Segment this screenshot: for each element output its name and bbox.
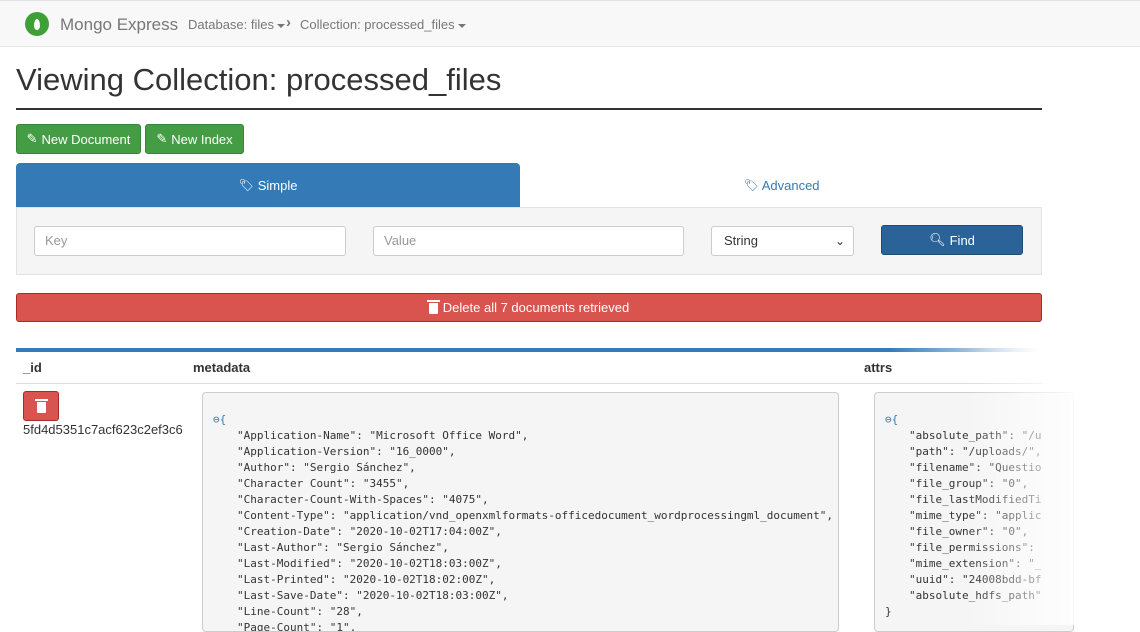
chevron-right-icon: › xyxy=(286,14,291,31)
json-line: "Creation-Date": "2020-10-02T17:04:00Z", xyxy=(237,525,502,538)
find-button[interactable]: 🔍︎ Find xyxy=(881,225,1023,255)
collapse-toggle-icon[interactable]: ⊖{ xyxy=(213,413,226,426)
json-line: "path": "/uploads/", xyxy=(909,445,1042,458)
type-select[interactable]: String ⌄ xyxy=(711,226,854,256)
top-navbar: Mongo Express Database: files › Collecti… xyxy=(0,0,1140,47)
collapse-toggle-icon[interactable]: ⊖{ xyxy=(885,413,898,426)
attrs-json-viewer: ⊖{ "absolute_path": "/u "path": "/upload… xyxy=(874,392,1074,632)
find-label: Find xyxy=(949,232,975,248)
json-line: "filename": "Questio xyxy=(909,461,1042,474)
pencil-icon: ✎ xyxy=(26,131,38,146)
key-input[interactable]: Key xyxy=(34,226,346,256)
json-line: "Application-Name": "Microsoft Office Wo… xyxy=(237,429,529,442)
caret-down-icon xyxy=(277,23,285,28)
title-divider xyxy=(16,108,1042,110)
json-line: "uuid": "24008bdd-bf xyxy=(909,573,1042,586)
tab-simple-label: Simple xyxy=(257,177,298,193)
json-line: "Application-Version": "16_0000", xyxy=(237,445,456,458)
delete-document-button[interactable] xyxy=(23,391,59,421)
table-top-border xyxy=(16,348,1042,352)
json-line: "Last-Author": "Sergio Sánchez", xyxy=(237,541,449,554)
json-line: "file_permissions": xyxy=(909,541,1035,554)
database-crumb-label: Database: files xyxy=(188,17,274,32)
delete-all-label: Delete all 7 documents retrieved xyxy=(442,300,630,315)
new-document-button[interactable]: ✎ New Document xyxy=(16,124,141,154)
json-line: "Line-Count": "28", xyxy=(237,605,363,618)
database-dropdown[interactable]: Database: files xyxy=(188,17,285,32)
column-header-id: _id xyxy=(23,360,42,375)
json-line: "Character Count": "3455", xyxy=(237,477,410,490)
json-line: "Author": "Sergio Sánchez", xyxy=(237,461,416,474)
json-line: "mime_extension": "_ xyxy=(909,557,1042,570)
new-index-label: New Index xyxy=(171,131,233,147)
page-title: Viewing Collection: processed_files xyxy=(16,62,502,97)
column-header-attrs: attrs xyxy=(864,360,893,375)
chevron-down-icon: ⌄ xyxy=(834,234,845,248)
new-index-button[interactable]: ✎ New Index xyxy=(145,124,244,154)
json-line: "Page-Count": "1", xyxy=(237,621,357,632)
json-line: "Last-Printed": "2020-10-02T18:02:00Z", xyxy=(237,573,496,586)
json-line: "Last-Save-Date": "2020-10-02T18:03:00Z"… xyxy=(237,589,509,602)
json-line: "Last-Modified": "2020-10-02T18:03:00Z", xyxy=(237,557,502,570)
json-close-brace: } xyxy=(885,605,892,618)
column-header-metadata: metadata xyxy=(193,360,251,375)
value-input[interactable]: Value xyxy=(373,226,684,256)
caret-down-icon xyxy=(457,23,466,28)
tab-advanced-label: Advanced xyxy=(761,177,820,193)
delete-all-button[interactable]: Delete all 7 documents retrieved xyxy=(16,293,1042,322)
json-line: "file_owner": "0", xyxy=(909,525,1029,538)
json-line: "file_lastModifiedTi xyxy=(909,493,1042,506)
search-icon: 🔍︎ xyxy=(929,232,946,247)
pencil-icon: ✎ xyxy=(156,131,168,146)
tags-icon: 🏷 xyxy=(743,178,759,192)
type-select-value: String xyxy=(724,233,758,248)
document-id-link[interactable]: 5fd4d5351c7acf623c2ef3c6 xyxy=(23,422,183,437)
json-line: "mime_type": "applic xyxy=(909,509,1042,522)
mongo-leaf-logo-icon[interactable] xyxy=(25,12,49,36)
table-header-divider xyxy=(16,383,1042,384)
json-line: "file_group": "0", xyxy=(909,477,1029,490)
json-line: "Character-Count-With-Spaces": "4075", xyxy=(237,493,489,506)
collection-dropdown[interactable]: Collection: processed_files xyxy=(300,17,466,32)
json-line: "Content-Type": "application/vnd_openxml… xyxy=(237,509,834,522)
json-line: "absolute_hdfs_path" xyxy=(909,589,1042,602)
tab-simple[interactable]: 🏷 Simple xyxy=(16,163,520,207)
json-line: "absolute_path": "/u xyxy=(909,429,1042,442)
tag-icon: 🏷 xyxy=(238,178,254,192)
trash-icon xyxy=(426,300,440,314)
collection-crumb-label: Collection: processed_files xyxy=(300,17,455,32)
new-document-label: New Document xyxy=(41,131,131,147)
metadata-json-viewer: ⊖{ "Application-Name": "Microsoft Office… xyxy=(202,392,839,632)
brand-link[interactable]: Mongo Express xyxy=(60,15,178,35)
tab-advanced[interactable]: 🏷 Advanced xyxy=(521,163,1042,207)
trash-icon xyxy=(34,398,48,413)
